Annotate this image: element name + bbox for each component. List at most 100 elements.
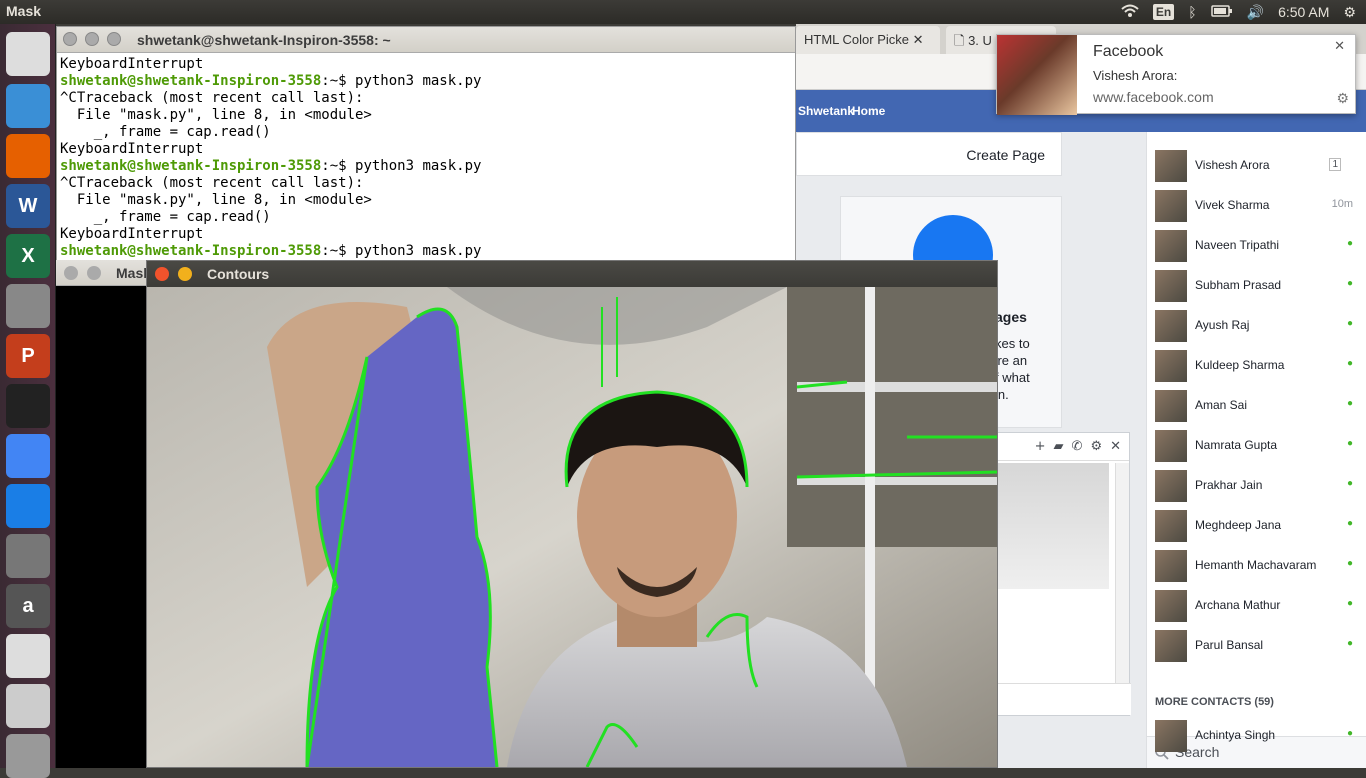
text-editor-icon[interactable] [6, 634, 50, 678]
contact-name: Vivek Sharma [1195, 198, 1270, 212]
bluetooth-icon[interactable]: ᛒ [1188, 4, 1196, 20]
prompt-text: shwetank@shwetank-Inspiron-3558 [60, 73, 322, 89]
terminal-title: shwetank@shwetank-Inspiron-3558: ~ [137, 32, 391, 48]
power-gear-icon[interactable]: ⚙ [1343, 4, 1356, 21]
rocket-icon[interactable] [6, 284, 50, 328]
contact-item[interactable]: Parul Bansal ● [1147, 624, 1353, 664]
notification-body: Vishesh Arora: [1093, 68, 1178, 83]
more-contacts-heading: MORE CONTACTS (59) [1155, 696, 1274, 708]
contours-titlebar: Contours [147, 261, 997, 287]
create-page-button[interactable]: Create Page [966, 147, 1045, 163]
contact-item[interactable]: Prakhar Jain ● [1147, 464, 1353, 504]
clock[interactable]: 6:50 AM [1278, 4, 1329, 20]
gear-icon[interactable]: ⚙ [1336, 90, 1349, 107]
contact-name: Prakhar Jain [1195, 478, 1263, 492]
close-button[interactable] [64, 266, 78, 280]
maximize-button[interactable] [107, 32, 121, 46]
phone-icon[interactable]: ✆ [1072, 439, 1083, 454]
contact-status: ● [1346, 518, 1353, 529]
contact-item[interactable]: Meghdeep Jana ● [1147, 504, 1353, 544]
minimize-button[interactable] [85, 32, 99, 46]
terminal-line: _, frame = cap.read() [60, 124, 271, 140]
terminal-titlebar: shwetank@shwetank-Inspiron-3558: ~ [57, 27, 795, 53]
shelf-board [797, 477, 997, 485]
terminal-line: KeyboardInterrupt [60, 226, 204, 242]
contact-status: 10m [1331, 198, 1353, 210]
contact-item[interactable]: Ayush Raj ● [1147, 304, 1353, 344]
profile-link[interactable]: Shwetank [798, 104, 854, 118]
contact-item[interactable]: Naveen Tripathi ● [1147, 224, 1353, 264]
close-button[interactable] [63, 32, 77, 46]
contact-name: Ayush Raj [1195, 318, 1250, 332]
close-icon[interactable]: ✕ [1334, 38, 1345, 54]
command-text: :~$ python3 mask.py [321, 243, 482, 259]
avatar [1155, 590, 1187, 622]
contact-item[interactable]: Namrata Gupta ● [1147, 424, 1353, 464]
tab-html-color-picker[interactable]: HTML Color Picke ✕ [796, 26, 940, 54]
terminal-icon[interactable] [6, 384, 50, 428]
settings-icon[interactable] [6, 534, 50, 578]
tab-label: HTML Color Picke [804, 32, 909, 47]
terminal-line: ^CTraceback (most recent call last): [60, 175, 364, 191]
contact-status: ● [1346, 398, 1353, 409]
contact-item[interactable]: Kuldeep Sharma ● [1147, 344, 1353, 384]
trash-icon[interactable] [6, 734, 50, 778]
firefox-icon[interactable] [6, 134, 50, 178]
notification-source: www.facebook.com [1093, 89, 1214, 105]
keyboard-language[interactable]: En [1152, 4, 1175, 20]
gear-icon[interactable]: ⚙ [1090, 439, 1102, 454]
contact-item[interactable]: Achintya Singh ● [1147, 714, 1353, 754]
command-text: :~$ python3 mask.py [321, 158, 482, 174]
top-panel: Mask En ᛒ 🔊 6:50 AM ⚙ [0, 0, 1366, 24]
ubuntu-logo-icon[interactable] [6, 32, 50, 76]
contact-status: ● [1346, 278, 1353, 289]
contact-item[interactable]: Vivek Sharma 10m [1147, 184, 1353, 224]
contact-item[interactable]: Archana Mathur ● [1147, 584, 1353, 624]
excel-icon[interactable]: X [6, 234, 50, 278]
system-tray: En ᛒ 🔊 6:50 AM ⚙ [1121, 0, 1356, 24]
contact-status: ● [1346, 358, 1353, 369]
battery-icon[interactable] [1210, 4, 1233, 20]
contact-status: ● [1346, 478, 1353, 489]
app-store-icon[interactable] [6, 484, 50, 528]
volume-icon[interactable]: 🔊 [1247, 4, 1264, 21]
avatar [1155, 720, 1187, 752]
create-page-bar: Create Page [796, 132, 1062, 176]
contact-name: Namrata Gupta [1195, 438, 1278, 452]
chat-scrollbar[interactable] [1115, 463, 1129, 715]
chrome-icon[interactable] [6, 434, 50, 478]
card-title: ages [995, 309, 1027, 325]
contact-item[interactable]: Hemanth Machavaram ● [1147, 544, 1353, 584]
video-icon[interactable]: ▰ [1054, 439, 1064, 454]
files-icon[interactable] [6, 84, 50, 128]
terminal-line: File "mask.py", line 8, in <module> [60, 107, 372, 123]
contours-window: Contours [146, 260, 998, 768]
add-icon[interactable]: + [1035, 439, 1046, 454]
terminal-line: shwetank@shwetank-Inspiron-3558:~$ pytho… [60, 243, 792, 260]
contact-name: Kuldeep Sharma [1195, 358, 1285, 372]
amazon-icon[interactable]: a [6, 584, 50, 628]
chat-sidebar: MORE CONTACTS (59) Search Vishesh Arora 1… [1146, 132, 1366, 768]
installer-icon[interactable] [6, 684, 50, 728]
tab-label: 3. U [968, 33, 992, 48]
minimize-button[interactable] [178, 267, 192, 281]
home-link[interactable]: Home [852, 104, 885, 118]
avatar [1155, 310, 1187, 342]
contact-status: ● [1346, 238, 1353, 249]
notification-popup[interactable]: Facebook Vishesh Arora: www.facebook.com… [996, 34, 1356, 115]
wifi-icon[interactable] [1121, 4, 1139, 21]
contact-item[interactable]: Vishesh Arora 1 [1147, 144, 1353, 184]
shared-screenshot-image[interactable] [997, 463, 1109, 589]
minimize-button[interactable] [87, 266, 101, 280]
word-icon[interactable]: W [6, 184, 50, 228]
avatar [1155, 190, 1187, 222]
terminal-output[interactable]: KeyboardInterrupt shwetank@shwetank-Inspi… [57, 53, 795, 263]
powerpoint-icon[interactable]: P [6, 334, 50, 378]
contact-item[interactable]: Aman Sai ● [1147, 384, 1353, 424]
avatar [1155, 150, 1187, 182]
chat-header: + ▰ ✆ ⚙ ✕ [997, 433, 1129, 461]
close-icon[interactable]: ✕ [1110, 439, 1121, 454]
close-button[interactable] [155, 267, 169, 281]
avatar [1155, 390, 1187, 422]
contact-item[interactable]: Subham Prasad ● [1147, 264, 1353, 304]
